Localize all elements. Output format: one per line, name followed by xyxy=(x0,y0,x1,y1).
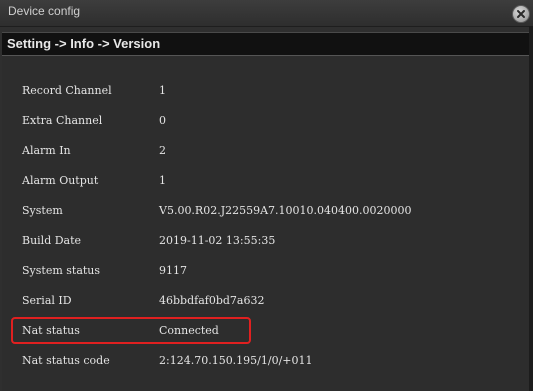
row-value: 1 xyxy=(159,84,166,97)
info-row-build-date: Build Date 2019-11-02 13:55:35 xyxy=(2,230,529,254)
row-label: Extra Channel xyxy=(22,114,103,127)
title-bar: Device config xyxy=(0,0,533,27)
window-title: Device config xyxy=(8,4,81,18)
info-row-extra-channel: Extra Channel 0 xyxy=(2,110,529,134)
row-value: 0 xyxy=(159,114,166,127)
row-value: 2 xyxy=(159,144,166,157)
row-value: 1 xyxy=(159,174,166,187)
info-row-system-status: System status 9117 xyxy=(2,260,529,284)
row-label: System status xyxy=(22,264,101,277)
row-value: 9117 xyxy=(159,264,187,277)
breadcrumb: Setting -> Info -> Version xyxy=(7,36,161,51)
info-row-system: System V5.00.R02.J22559A7.10010.040400.0… xyxy=(2,200,529,224)
right-edge-scrollbar[interactable] xyxy=(529,26,533,391)
info-row-nat-status-code: Nat status code 2:124.70.150.195/1/0/+01… xyxy=(2,350,529,374)
nat-status-highlight-box xyxy=(11,317,251,344)
device-config-window: Device config Setting -> Info -> Version… xyxy=(0,0,533,391)
row-value: 2019-11-02 13:55:35 xyxy=(159,234,276,247)
row-label: Record Channel xyxy=(22,84,112,97)
row-label: Build Date xyxy=(22,234,82,247)
version-info-panel: Record Channel 1 Extra Channel 0 Alarm I… xyxy=(2,56,529,391)
row-label: Alarm Output xyxy=(22,174,99,187)
info-row-alarm-output: Alarm Output 1 xyxy=(2,170,529,194)
row-value: V5.00.R02.J22559A7.10010.040400.0020000 xyxy=(159,204,412,217)
row-label: Nat status code xyxy=(22,354,110,367)
info-row-serial-id: Serial ID 46bbdfaf0bd7a632 xyxy=(2,290,529,314)
info-row-alarm-in: Alarm In 2 xyxy=(2,140,529,164)
row-value: 46bbdfaf0bd7a632 xyxy=(159,294,265,307)
info-row-record-channel: Record Channel 1 xyxy=(2,80,529,104)
row-label: Alarm In xyxy=(22,144,71,157)
close-button[interactable] xyxy=(512,5,530,23)
row-label: Serial ID xyxy=(22,294,72,307)
close-icon xyxy=(517,10,525,18)
row-value: 2:124.70.150.195/1/0/+011 xyxy=(159,354,313,367)
breadcrumb-bar: Setting -> Info -> Version xyxy=(2,32,529,56)
row-label: System xyxy=(22,204,63,217)
